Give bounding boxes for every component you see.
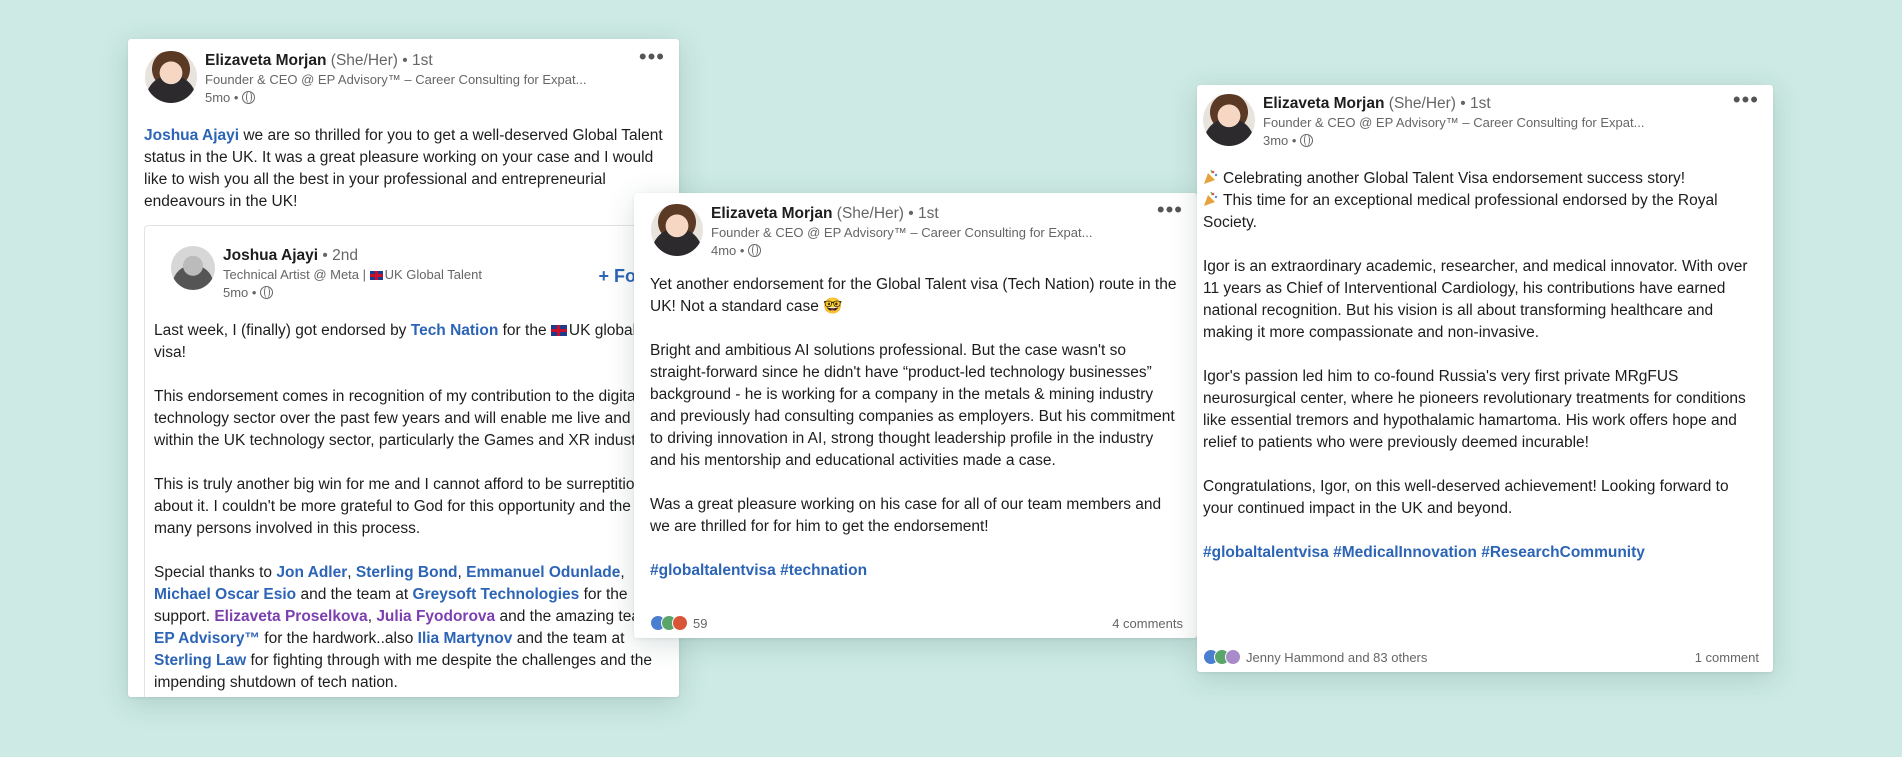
post-body: Celebrating another Global Talent Visa e… — [1203, 168, 1755, 564]
post-time: 4mo • — [711, 243, 745, 258]
paragraph: Igor is an extraordinary academic, resea… — [1203, 258, 1748, 341]
social-counts: Jenny Hammond and 83 others 1 comment — [1203, 649, 1759, 665]
mention[interactable]: Michael Oscar Esio — [154, 586, 296, 603]
author-name[interactable]: Joshua Ajayi — [223, 247, 318, 264]
globe-icon — [748, 244, 762, 257]
paragraph: Celebrating another Global Talent Visa e… — [1203, 168, 1755, 234]
text: Special thanks to — [154, 564, 277, 581]
mention[interactable]: Sterling Bond — [356, 564, 458, 581]
globe-icon — [242, 91, 256, 104]
paragraph: Bright and ambitious AI solutions profes… — [650, 342, 1175, 469]
globe-icon — [260, 286, 274, 299]
post-body: Yet another endorsement for the Global T… — [650, 274, 1177, 582]
post-time: 5mo • — [205, 90, 239, 105]
headline-text: UK Global Talent — [384, 267, 482, 282]
connection-degree: • 1st — [908, 205, 939, 222]
text: , — [457, 564, 467, 581]
shared-post-header: Joshua Ajayi • 2nd Technical Artist @ Me… — [171, 246, 671, 308]
party-popper-icon — [1203, 169, 1219, 185]
comment-count[interactable]: 1 comment — [1695, 650, 1759, 665]
mention-tech-nation[interactable]: Tech Nation — [411, 322, 499, 339]
mention[interactable]: Elizaveta Proselkova — [214, 608, 367, 625]
author-line: Elizaveta Morjan (She/Her) • 1st — [205, 51, 665, 71]
paragraph: Yet another endorsement for the Global T… — [650, 276, 1177, 315]
mention[interactable]: EP Advisory™ — [154, 630, 260, 647]
paragraph: Last week, I (finally) got endorsed by T… — [154, 320, 679, 364]
connection-degree: • 1st — [402, 52, 433, 69]
paragraph: Was a great pleasure working on his case… — [650, 496, 1162, 535]
shared-post: Joshua Ajayi • 2nd Technical Artist @ Me… — [144, 225, 679, 697]
avatar[interactable] — [145, 51, 197, 103]
more-dots-icon[interactable]: ••• — [1157, 199, 1183, 221]
paragraph: This endorsement comes in recognition of… — [154, 388, 668, 449]
reaction-summary[interactable]: Jenny Hammond and 83 others — [1246, 650, 1427, 665]
mention[interactable]: Sterling Law — [154, 652, 246, 669]
social-counts: 59 4 comments — [650, 615, 1183, 631]
post-header: Elizaveta Morjan (She/Her) • 1st Founder… — [651, 199, 1183, 262]
paragraph: Special thanks to Jon Adler, Sterling Bo… — [154, 562, 679, 694]
connection-degree: • 2nd — [322, 247, 358, 264]
post-header: Elizaveta Morjan (She/Her) • 1st Founder… — [145, 46, 665, 113]
comment-count[interactable]: 4 comments — [1112, 616, 1183, 631]
author-name[interactable]: Elizaveta Morjan — [205, 52, 326, 69]
post-time: 5mo • — [223, 285, 257, 300]
uk-flag-icon — [550, 325, 567, 336]
paragraph: This is truly another big win for me and… — [154, 476, 665, 537]
more-dots-icon[interactable]: ••• — [639, 46, 665, 68]
text: for the — [498, 322, 551, 339]
connection-degree: • 1st — [1460, 95, 1491, 112]
post-meta: 4mo • — [711, 242, 1183, 259]
text: Last week, I (finally) got endorsed by — [154, 322, 411, 339]
text: This time for an exceptional medical pro… — [1203, 192, 1718, 231]
author-name[interactable]: Elizaveta Morjan — [1263, 95, 1384, 112]
mention[interactable]: Emmanuel Odunlade — [466, 564, 620, 581]
post-card-medical: Elizaveta Morjan (She/Her) • 1st Founder… — [1197, 85, 1773, 672]
author-name[interactable]: Elizaveta Morjan — [711, 205, 832, 222]
text: for the hardwork..also — [259, 630, 418, 647]
paragraph: Igor's passion led him to co-found Russi… — [1203, 368, 1746, 451]
mention[interactable]: Jon Adler — [276, 564, 347, 581]
mention[interactable]: Greysoft Technologies — [412, 586, 579, 603]
pronouns: (She/Her) — [330, 52, 398, 69]
mention[interactable]: Julia Fyodorova — [376, 608, 495, 625]
support-reaction-icon — [1225, 649, 1241, 665]
pronouns: (She/Her) — [836, 205, 904, 222]
reaction-count[interactable]: 59 — [693, 616, 707, 631]
post-card-comment: Elizaveta Morjan (She/Her) • 1st Founder… — [128, 39, 679, 697]
paragraph: Congratulations, Igor, on this well-dese… — [1203, 478, 1729, 517]
party-popper-icon — [1203, 191, 1219, 207]
post-card-ai: Elizaveta Morjan (She/Her) • 1st Founder… — [634, 193, 1197, 638]
post-time: 3mo • — [1263, 133, 1297, 148]
mention-joshua[interactable]: Joshua Ajayi — [144, 127, 239, 144]
author-headline: Founder & CEO @ EP Advisory™ – Career Co… — [711, 225, 1093, 240]
post-header: Elizaveta Morjan (She/Her) • 1st Founder… — [1203, 89, 1759, 156]
pronouns: (She/Her) — [1388, 95, 1456, 112]
avatar[interactable] — [651, 204, 703, 256]
text: and the team at — [512, 630, 625, 647]
more-dots-icon[interactable]: ••• — [1733, 89, 1759, 111]
hashtags[interactable]: #globaltalentvisa #MedicalInnovation #Re… — [1203, 542, 1755, 564]
globe-icon — [1300, 134, 1314, 147]
text: , — [620, 564, 625, 581]
mention[interactable]: Ilia Martynov — [418, 630, 513, 647]
hashtags[interactable]: #globaltalentvisa #technation — [650, 560, 1177, 582]
author-line: Joshua Ajayi • 2nd — [223, 246, 665, 266]
author-headline: Founder & CEO @ EP Advisory™ – Career Co… — [1263, 115, 1645, 130]
text: Celebrating another Global Talent Visa e… — [1223, 170, 1686, 187]
post-meta: 5mo • — [205, 89, 665, 106]
author-line: Elizaveta Morjan (She/Her) • 1st — [1263, 94, 1759, 114]
avatar[interactable] — [1203, 94, 1255, 146]
author-headline: Founder & CEO @ EP Advisory™ – Career Co… — [205, 72, 587, 87]
text: and the team at — [296, 586, 413, 603]
headline-text: Technical Artist @ Meta | — [223, 267, 370, 282]
uk-flag-icon — [369, 271, 383, 280]
text: , — [347, 564, 356, 581]
author-line: Elizaveta Morjan (She/Her) • 1st — [711, 204, 1183, 224]
shared-post-body: Last week, I (finally) got endorsed by T… — [154, 320, 679, 694]
post-meta: 3mo • — [1263, 132, 1759, 149]
comment-text: Joshua Ajayi we are so thrilled for you … — [144, 125, 665, 213]
avatar[interactable] — [171, 246, 215, 290]
love-reaction-icon — [672, 615, 688, 631]
